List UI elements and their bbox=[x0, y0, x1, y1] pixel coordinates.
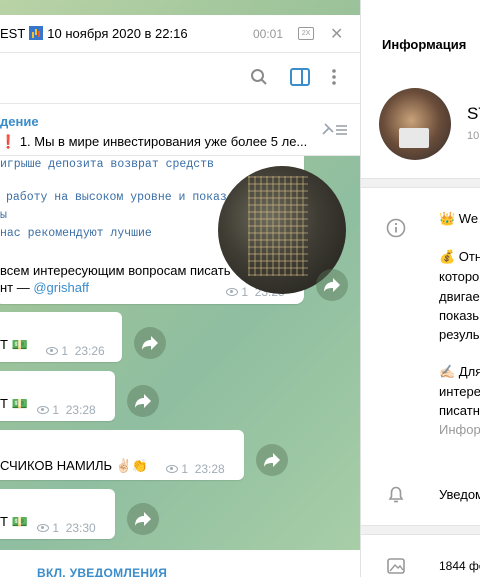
views-icon bbox=[166, 465, 178, 473]
pinned-title: дение bbox=[0, 114, 39, 129]
description-line: Инфор bbox=[439, 422, 480, 437]
bell-icon bbox=[386, 484, 406, 507]
author-link[interactable]: @grishaff bbox=[33, 280, 89, 295]
message-bubble: Т 💵 1 23:28 bbox=[0, 371, 115, 421]
photo-icon bbox=[386, 557, 406, 577]
views-icon bbox=[37, 524, 49, 532]
message-meta: 1 23:28 bbox=[37, 403, 96, 417]
message-meta: 1 23:30 bbox=[37, 521, 96, 535]
message-text: Т 💵 bbox=[0, 514, 28, 529]
chat-header bbox=[0, 53, 360, 104]
forward-button[interactable] bbox=[256, 444, 288, 476]
search-icon[interactable] bbox=[250, 68, 268, 89]
forward-button[interactable] bbox=[134, 327, 166, 359]
chat-area: EST 10 ноября 2020 в 22:16 00:01 2X ✕ ден… bbox=[0, 0, 360, 577]
sidebar-toggle-icon[interactable] bbox=[290, 68, 310, 89]
forward-button[interactable] bbox=[316, 269, 348, 301]
description-line: 👑 We bbox=[439, 211, 479, 226]
enable-notifications-button[interactable]: ВКЛ. УВЕДОМЛЕНИЯ bbox=[37, 566, 167, 577]
bottom-bar: ВКЛ. УВЕДОМЛЕНИЯ bbox=[0, 550, 360, 577]
post-text: всем интересующим вопросам писать bbox=[0, 263, 231, 278]
message-meta: 1 23:26 bbox=[46, 344, 105, 358]
message-meta: 1 23:28 bbox=[166, 462, 225, 476]
message-bubble: Т 💵 1 23:26 bbox=[0, 312, 122, 362]
forward-button[interactable] bbox=[127, 385, 159, 417]
description-line: интере bbox=[439, 384, 480, 399]
pinned-message[interactable]: дение ❗ 1. Мы в мире инвестирования уже … bbox=[0, 104, 360, 156]
pinned-list-icon[interactable] bbox=[320, 121, 348, 140]
description-line: ✍🏻 Для bbox=[439, 364, 480, 379]
description-line: двигае bbox=[439, 289, 480, 304]
message-text: СЧИКОВ НАМИЛЬ ✌🏻👏 bbox=[0, 458, 149, 473]
post-line: ы bbox=[0, 209, 7, 222]
photos-count[interactable]: 1844 фо bbox=[439, 559, 480, 573]
forward-button[interactable] bbox=[127, 503, 159, 535]
channel-name: ST bbox=[467, 104, 480, 123]
channel-subtitle: 10 bbox=[467, 130, 480, 142]
divider bbox=[361, 178, 480, 188]
info-panel: Информация ST 10 👑 We 💰 Отн которо двига… bbox=[360, 0, 480, 577]
message-text: Т 💵 bbox=[0, 337, 28, 352]
post-line: игрыше депозита возврат средств bbox=[0, 158, 214, 171]
message-bubble: Т 💵 1 23:30 bbox=[0, 489, 115, 539]
player-title[interactable]: EST 10 ноября 2020 в 22:16 bbox=[0, 26, 188, 41]
player-time: 00:01 bbox=[253, 26, 284, 41]
description-line: писатн bbox=[439, 403, 480, 418]
description-line: показь bbox=[439, 308, 480, 323]
divider bbox=[361, 525, 480, 535]
more-options-icon[interactable] bbox=[331, 68, 337, 89]
description-line: 💰 Отн bbox=[439, 249, 480, 264]
views-icon bbox=[37, 406, 49, 414]
close-icon[interactable]: ✕ bbox=[330, 24, 343, 44]
post-text-line2: нт — @grishaff bbox=[0, 280, 89, 295]
pinned-text: ❗ 1. Мы в мире инвестирования уже более … bbox=[0, 134, 308, 149]
info-icon bbox=[386, 218, 406, 241]
post-line: нас рекомендуют лучшие bbox=[0, 227, 152, 240]
chart-icon bbox=[29, 26, 44, 40]
views-icon bbox=[46, 347, 58, 355]
playback-speed-button[interactable]: 2X bbox=[298, 27, 314, 40]
notifications-setting[interactable]: Уведом bbox=[439, 487, 480, 502]
post-line: работу на высоком уровне и показ bbox=[6, 191, 227, 204]
info-panel-title: Информация bbox=[382, 37, 467, 52]
message-text: Т 💵 bbox=[0, 396, 28, 411]
message-bubble: СЧИКОВ НАМИЛЬ ✌🏻👏 1 23:28 bbox=[0, 430, 244, 480]
description-line: которо bbox=[439, 269, 480, 284]
audio-player-bar: EST 10 ноября 2020 в 22:16 00:01 2X ✕ bbox=[0, 15, 360, 53]
views-icon bbox=[226, 288, 238, 296]
channel-avatar[interactable] bbox=[379, 88, 451, 160]
description-line: резуль bbox=[439, 327, 480, 342]
